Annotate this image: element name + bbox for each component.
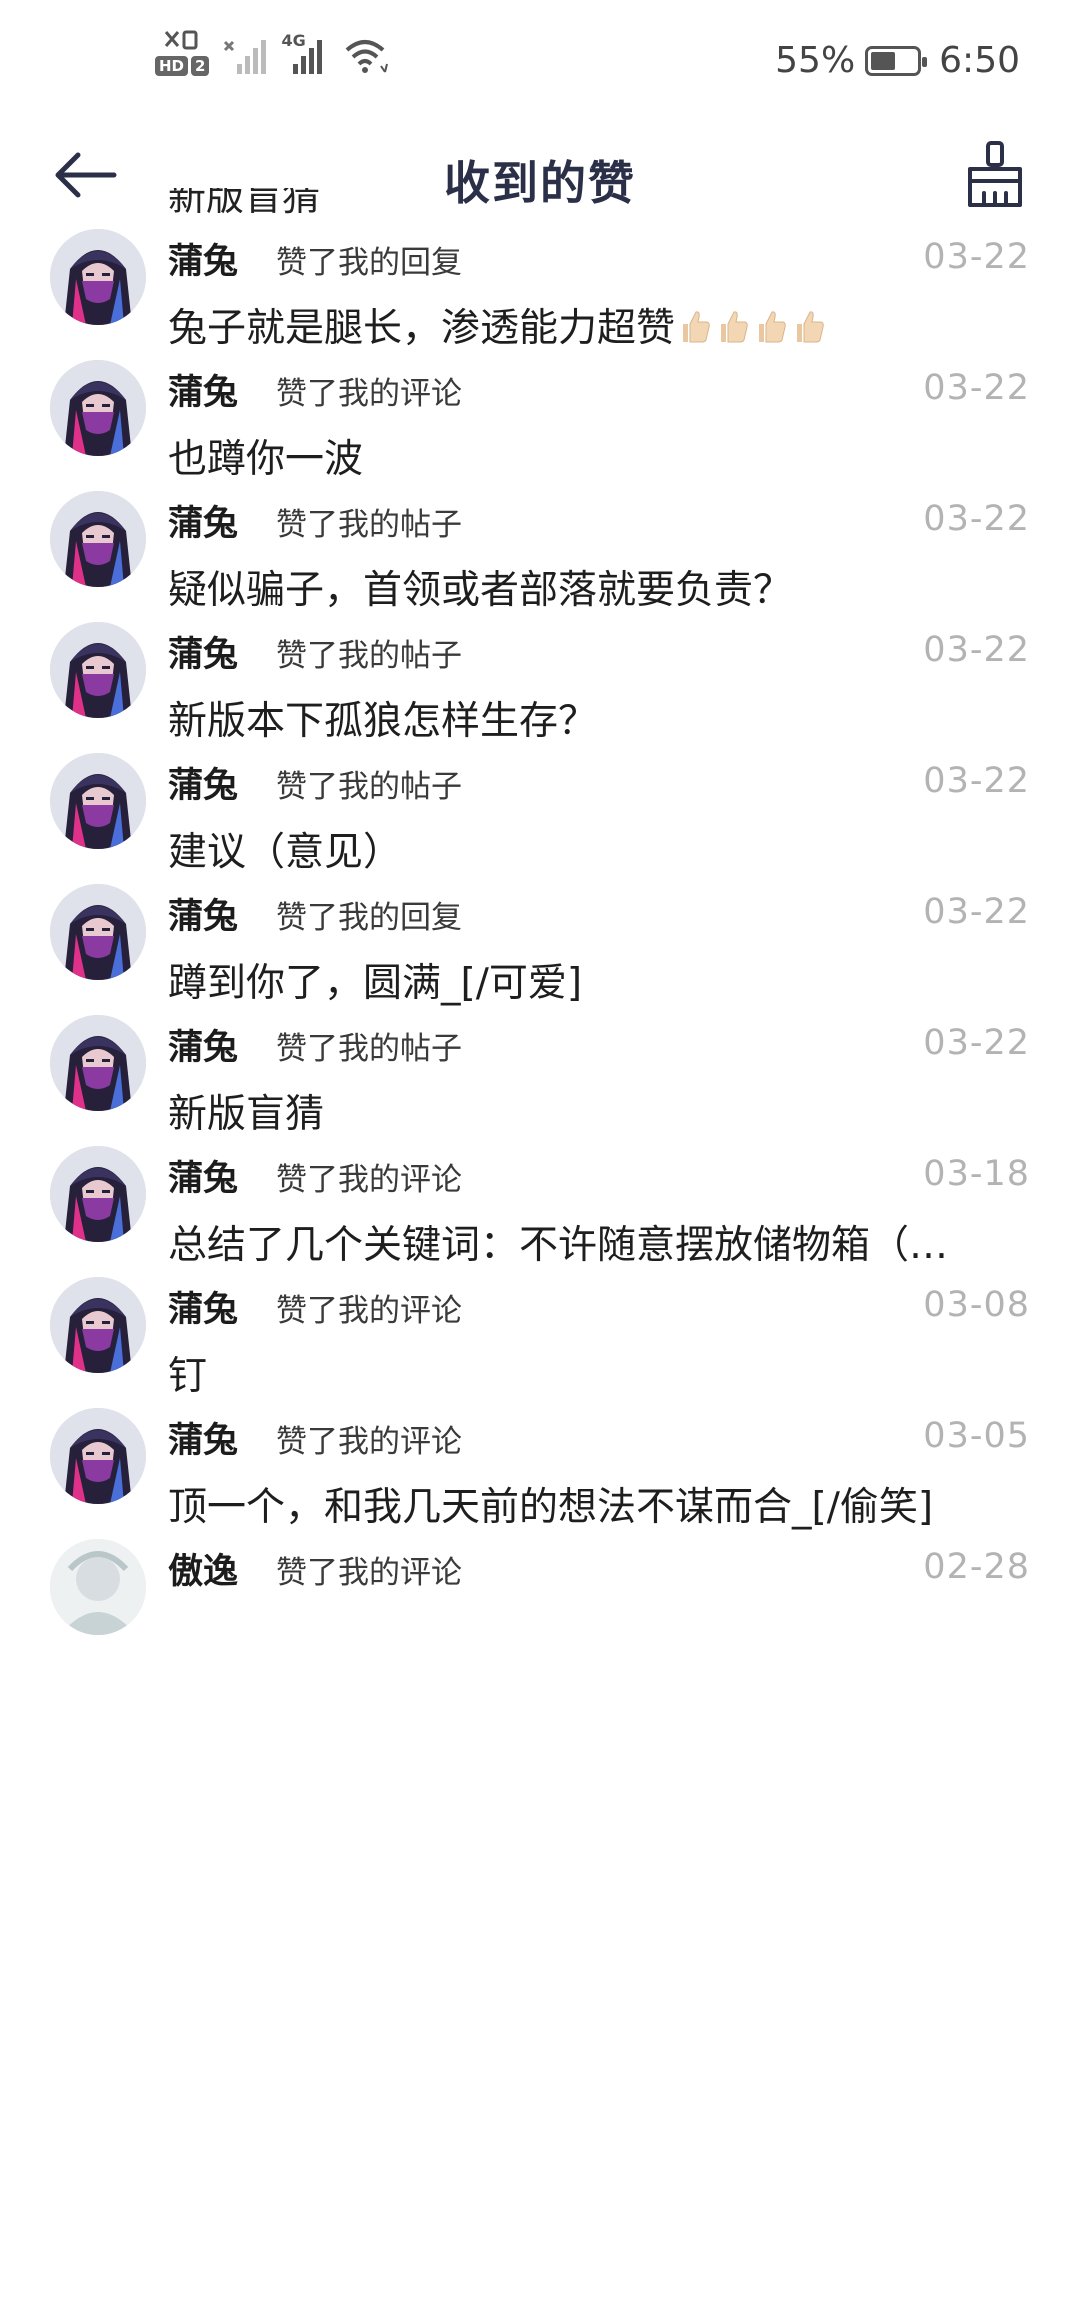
action-text: 赞了我的帖子 xyxy=(276,769,462,805)
avatar-image-icon xyxy=(50,622,146,718)
status-right: 55% 6:50 xyxy=(775,40,1020,81)
avatar[interactable] xyxy=(50,753,146,849)
avatar-image-icon xyxy=(50,753,146,849)
battery-icon xyxy=(865,45,928,76)
clock: 6:50 xyxy=(939,40,1020,81)
like-date: 03-22 xyxy=(923,1023,1030,1063)
user-name[interactable]: 蒲兔 xyxy=(168,495,238,546)
avatar-image-icon xyxy=(50,360,146,456)
like-date: 03-22 xyxy=(923,630,1030,670)
action-text: 赞了我的帖子 xyxy=(276,1031,462,1067)
list-item[interactable]: 傲逸 赞了我的评论 02-28 xyxy=(0,1515,1080,1708)
avatar[interactable] xyxy=(50,1015,146,1111)
avatar-image-icon xyxy=(50,491,146,587)
avatar-image-icon xyxy=(50,1277,146,1373)
battery-percent: 55% xyxy=(775,40,856,81)
avatar[interactable] xyxy=(50,1408,146,1504)
avatar-image-icon xyxy=(50,1015,146,1111)
like-date: 03-22 xyxy=(923,499,1030,539)
avatar[interactable] xyxy=(50,1277,146,1373)
avatar-image-icon xyxy=(50,1408,146,1504)
avatar[interactable] xyxy=(50,1146,146,1242)
avatar[interactable] xyxy=(50,622,146,718)
network-type-label: 4G xyxy=(281,31,306,50)
action-text: 赞了我的评论 xyxy=(276,1162,462,1198)
user-name[interactable]: 蒲兔 xyxy=(168,1281,238,1332)
status-left: HD 2 4G xyxy=(155,28,391,80)
avatar[interactable] xyxy=(50,884,146,980)
user-name[interactable]: 蒲兔 xyxy=(168,626,238,677)
avatar-image-icon xyxy=(50,1146,146,1242)
like-date: 03-22 xyxy=(923,237,1030,277)
like-date: 03-08 xyxy=(923,1285,1030,1325)
avatar[interactable] xyxy=(50,1539,146,1635)
hd-indicator: HD 2 xyxy=(155,28,210,76)
user-name[interactable]: 蒲兔 xyxy=(168,888,238,939)
status-bar: HD 2 4G 55% 6:50 xyxy=(0,0,1080,125)
action-text: 赞了我的评论 xyxy=(276,376,462,412)
screen: HD 2 4G 55% 6:50 收到的赞 新版盲猜 蒲兔 赞了我的回复 03-… xyxy=(0,0,1080,2310)
broom-icon xyxy=(968,141,1022,207)
battery-level xyxy=(871,51,896,70)
like-date: 03-22 xyxy=(923,892,1030,932)
avatar[interactable] xyxy=(50,360,146,456)
action-text: 赞了我的评论 xyxy=(276,1293,462,1329)
user-name[interactable]: 傲逸 xyxy=(168,1543,238,1594)
avatar-image-icon xyxy=(50,229,146,325)
avatar[interactable] xyxy=(50,491,146,587)
action-text: 赞了我的评论 xyxy=(276,1555,462,1591)
like-date: 03-22 xyxy=(923,368,1030,408)
action-text: 赞了我的回复 xyxy=(276,900,462,936)
user-name[interactable]: 蒲兔 xyxy=(168,233,238,284)
avatar-image-icon xyxy=(50,1539,146,1635)
like-date: 02-28 xyxy=(923,1547,1030,1587)
action-text: 赞了我的回复 xyxy=(276,245,462,281)
clear-button[interactable] xyxy=(960,139,1030,211)
user-name[interactable]: 蒲兔 xyxy=(168,1019,238,1070)
page-title: 收到的赞 xyxy=(444,156,636,210)
user-name[interactable]: 蒲兔 xyxy=(168,1150,238,1201)
hd-badge: HD xyxy=(155,56,189,76)
action-text: 赞了我的帖子 xyxy=(276,638,462,674)
action-text: 赞了我的帖子 xyxy=(276,507,462,543)
no-call-icon xyxy=(165,30,198,50)
action-text: 赞了我的评论 xyxy=(276,1424,462,1460)
signal-4g: 4G xyxy=(281,31,329,80)
wifi-icon xyxy=(346,40,389,73)
like-date: 03-22 xyxy=(923,761,1030,801)
avatar-image-icon xyxy=(50,884,146,980)
like-date: 03-05 xyxy=(923,1416,1030,1456)
user-name[interactable]: 蒲兔 xyxy=(168,757,238,808)
user-name[interactable]: 蒲兔 xyxy=(168,364,238,415)
user-name[interactable]: 蒲兔 xyxy=(168,1412,238,1463)
like-date: 03-18 xyxy=(923,1154,1030,1194)
avatar[interactable] xyxy=(50,229,146,325)
signal-weak-icon xyxy=(224,40,267,74)
hd-sim-badge: 2 xyxy=(191,56,210,76)
